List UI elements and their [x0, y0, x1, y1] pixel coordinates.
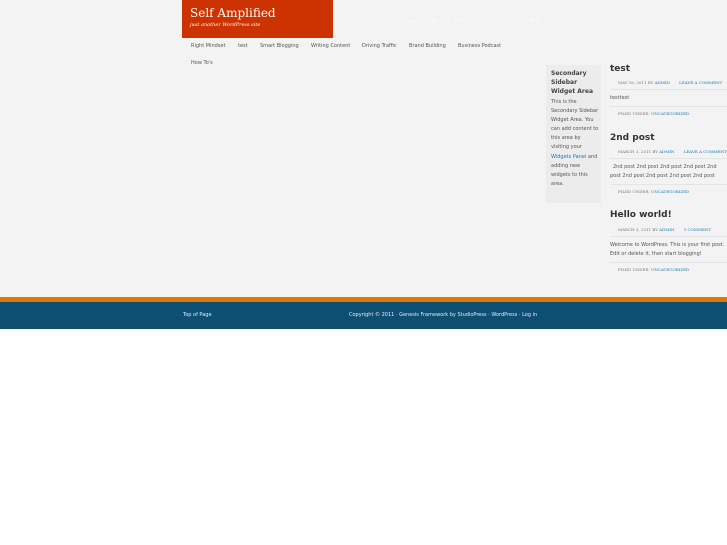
- category-link[interactable]: UNCATEGORIZED: [651, 267, 689, 272]
- nav-business-podcast[interactable]: Business Podcast: [458, 43, 501, 49]
- post-filed-under: FILED UNDER: UNCATEGORIZED: [618, 267, 689, 272]
- site-title[interactable]: Self Amplified: [190, 6, 276, 20]
- post-author-link[interactable]: ADMIN: [659, 227, 674, 232]
- post-meta: MAY 18, 2011 BY ADMIN LEAVE A COMMENT: [618, 80, 722, 85]
- post-comments-link[interactable]: 1 COMMENT: [684, 227, 711, 232]
- nav-writing-content[interactable]: Writing Content: [311, 43, 350, 49]
- post-divider: [610, 106, 727, 107]
- site-footer: Top of Page Copyright © 2011 · Genesis F…: [0, 302, 727, 329]
- post-divider: [610, 262, 727, 263]
- top-of-page-link[interactable]: Top of Page: [183, 312, 212, 318]
- filed-under-label: FILED UNDER:: [618, 267, 650, 272]
- nav-driving-traffic[interactable]: Driving Traffic: [362, 43, 397, 49]
- footer-copyright: Copyright © 2011 · Genesis Framework by …: [349, 312, 538, 318]
- post-title[interactable]: 2nd post: [610, 133, 655, 143]
- post-author-link[interactable]: ADMIN: [659, 149, 674, 154]
- top-nav-item-3[interactable]: Per-Mass: [454, 18, 480, 26]
- top-nav-about[interactable]: About: [428, 18, 446, 26]
- filed-under-label: FILED UNDER:: [618, 111, 650, 116]
- post-meta: MARCH 3, 2011 BY ADMIN LEAVE A COMMENT: [618, 149, 727, 154]
- top-nav-profile[interactable]: Profile: [522, 18, 541, 26]
- category-link[interactable]: UNCATEGORIZED: [651, 111, 689, 116]
- post-title[interactable]: Hello world!: [610, 210, 672, 220]
- nav-test[interactable]: test: [238, 43, 248, 49]
- post-author-link[interactable]: ADMIN: [655, 80, 670, 85]
- widget-title: Secondary Sidebar Widget Area: [551, 70, 594, 95]
- post-body: 2nd post 2nd post 2nd post 2nd post 2nd …: [610, 164, 717, 179]
- post-body: Welcome to WordPress. This is your first…: [610, 242, 725, 257]
- post-date: MARCH 3, 2011 BY: [618, 227, 658, 232]
- post-comments-link[interactable]: LEAVE A COMMENT: [679, 80, 722, 85]
- post-date: MARCH 3, 2011 BY: [618, 149, 658, 154]
- site-description: just another WordPress site: [190, 22, 261, 28]
- post-divider: [610, 158, 727, 159]
- top-nav-home[interactable]: Home: [401, 18, 419, 26]
- post-body: testtest: [610, 95, 630, 101]
- nav-smart-blogging[interactable]: Smart Blogging: [260, 43, 299, 49]
- nav-how-tos[interactable]: How To's: [191, 60, 213, 66]
- post-meta: MARCH 3, 2011 BY ADMIN 1 COMMENT: [618, 227, 711, 232]
- post-date: MAY 18, 2011 BY: [618, 80, 654, 85]
- top-navigation: Home About Per-Mass Contact Profile: [401, 18, 541, 26]
- top-nav-contact[interactable]: Contact: [490, 18, 513, 26]
- secondary-sidebar-widget: Secondary Sidebar Widget Area This is th…: [546, 65, 601, 203]
- site-logo[interactable]: Self Amplified just another WordPress si…: [182, 0, 333, 38]
- post-filed-under: FILED UNDER: UNCATEGORIZED: [618, 111, 689, 116]
- post-title[interactable]: test: [610, 64, 630, 74]
- filed-under-label: FILED UNDER:: [618, 189, 650, 194]
- post-divider: [610, 184, 727, 185]
- widgets-panel-link[interactable]: Widgets Panel: [551, 154, 586, 160]
- category-link[interactable]: UNCATEGORIZED: [651, 189, 689, 194]
- post-comments-link[interactable]: LEAVE A COMMENT: [684, 149, 727, 154]
- nav-right-mindset[interactable]: Right Mindset: [191, 43, 225, 49]
- post-filed-under: FILED UNDER: UNCATEGORIZED: [618, 189, 689, 194]
- post-divider: [610, 89, 727, 90]
- post-divider: [610, 236, 727, 237]
- nav-brand-building[interactable]: Brand Building: [409, 43, 446, 49]
- widget-text-before: This is the Secondary Sidebar Widget Are…: [551, 99, 599, 151]
- widget-body: This is the Secondary Sidebar Widget Are…: [551, 98, 599, 189]
